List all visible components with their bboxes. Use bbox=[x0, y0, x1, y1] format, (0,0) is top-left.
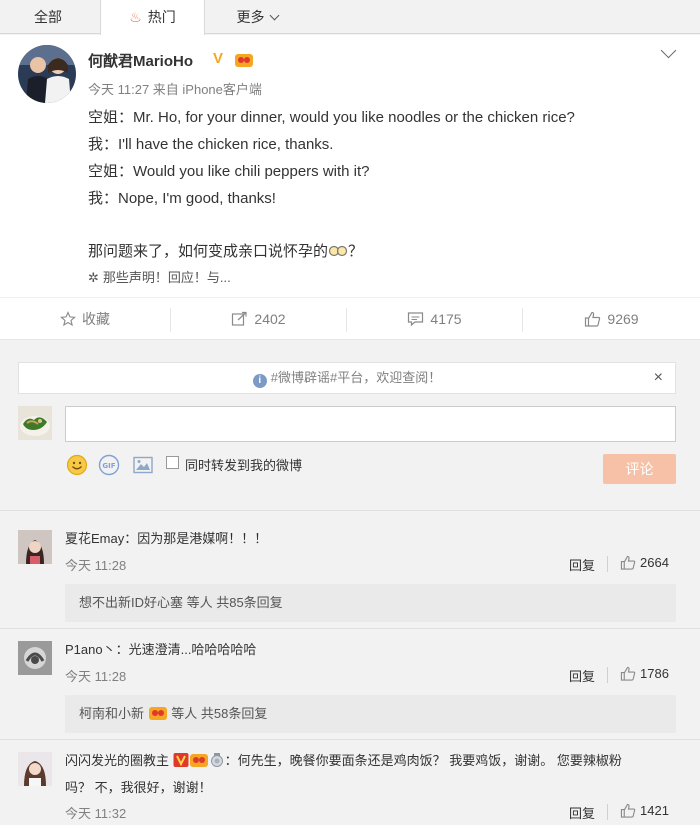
emoji-icon[interactable] bbox=[65, 453, 89, 477]
sparkle-icon: ✲ bbox=[88, 270, 99, 285]
verified-badge: V bbox=[213, 50, 224, 67]
like-button[interactable]: 9269 bbox=[523, 298, 700, 341]
glasses-emoji-icon bbox=[328, 245, 348, 257]
comment-icon bbox=[408, 312, 424, 327]
repost-button[interactable]: 2402 bbox=[171, 298, 346, 341]
tab-all[interactable]: 全部 bbox=[0, 0, 96, 34]
star-icon bbox=[60, 311, 76, 327]
my-avatar bbox=[18, 406, 52, 440]
thumbs-up-icon bbox=[585, 311, 601, 327]
vip-medal-icon bbox=[235, 54, 253, 67]
comment-text: P1ano丶：光速澄清...哈哈哈哈哈 bbox=[65, 639, 256, 658]
comment-like-button[interactable]: 1786 bbox=[620, 666, 669, 681]
post-line: 空姐：Mr. Ho, for your dinner, would you li… bbox=[88, 109, 575, 126]
comment-divider bbox=[0, 510, 700, 511]
post-actions: 收藏 2402 4175 9269 bbox=[0, 297, 700, 340]
vip-medal-icon bbox=[148, 707, 167, 720]
comment-action-divider bbox=[607, 556, 608, 572]
post-question: 那问题来了，如何变成亲口说怀孕的 ？ bbox=[88, 240, 363, 261]
comment-text-continued: 吗？ 不，我很好，谢谢！ bbox=[65, 780, 212, 795]
reply-button[interactable]: 回复 bbox=[569, 555, 595, 574]
comment-count: 4175 bbox=[430, 311, 462, 327]
comment-like-count: 1786 bbox=[640, 666, 669, 681]
comment-time: 今天 11:28 bbox=[65, 558, 127, 573]
post-question-text: 那问题来了，如何变成亲口说怀孕的 bbox=[88, 243, 329, 260]
comment-text: 夏花Emay：因为那是港媒啊！！！ bbox=[65, 528, 267, 547]
submit-comment-button[interactable]: 评论 bbox=[603, 454, 676, 484]
comment-like-button[interactable]: 1421 bbox=[620, 803, 669, 818]
comment-divider bbox=[0, 628, 700, 629]
post-line: 我：Nope, I'm good, thanks! bbox=[88, 190, 276, 207]
comment-action-divider bbox=[607, 804, 608, 820]
thumbs-up-icon bbox=[620, 666, 636, 681]
gif-icon[interactable]: GIF bbox=[97, 453, 121, 477]
post-more-link[interactable]: ✲ 那些声明！回应！与... bbox=[88, 267, 231, 286]
rumor-notice[interactable]: i #微博辟谣#平台，欢迎查阅！ × bbox=[18, 362, 676, 394]
commenter-avatar[interactable] bbox=[18, 530, 52, 564]
favorite-button[interactable]: 收藏 bbox=[0, 298, 170, 341]
post-meta: 今天 11:27 来自 iPhone客户端 bbox=[88, 82, 262, 97]
thumbs-up-icon bbox=[620, 803, 636, 818]
commenter-name[interactable]: 闪闪发光的圈教主 bbox=[65, 753, 169, 768]
image-icon[interactable] bbox=[131, 453, 155, 477]
chevron-down-icon[interactable] bbox=[660, 42, 677, 59]
comment-button[interactable]: 4175 bbox=[347, 298, 522, 341]
favorite-label: 收藏 bbox=[82, 311, 110, 327]
chevron-down-icon bbox=[269, 10, 279, 21]
like-count: 9269 bbox=[607, 311, 639, 327]
weibo-post: 何猷君MarioHo V 今天 11:27 来自 iPhone客户端 空姐：Mr… bbox=[0, 35, 700, 340]
comment-input[interactable] bbox=[65, 406, 676, 442]
svg-text:GIF: GIF bbox=[102, 462, 115, 470]
repost-icon bbox=[232, 311, 248, 326]
top-tabbar: 全部 ♨ 热门 更多 bbox=[0, 0, 700, 35]
comment-time: 今天 11:28 bbox=[65, 669, 127, 684]
comment-time: 今天 11:32 bbox=[65, 806, 127, 821]
commenter-name[interactable]: P1ano丶 bbox=[65, 642, 116, 657]
comment-text: 闪闪发光的圈教主 ：何先生，晚餐你要面条还是鸡肉饭？ 我要鸡饭，谢谢。 您要辣椒… bbox=[65, 750, 622, 769]
commenter-avatar[interactable] bbox=[18, 641, 52, 675]
flame-icon: ♨ bbox=[129, 9, 142, 25]
commenter-avatar[interactable] bbox=[18, 752, 52, 786]
tab-hot[interactable]: ♨ 热门 bbox=[100, 0, 205, 35]
tab-more[interactable]: 更多 bbox=[222, 0, 292, 34]
verified-badge-icon bbox=[173, 753, 189, 767]
commenter-name[interactable]: 夏花Emay bbox=[65, 531, 124, 546]
view-replies-link[interactable]: 柯南和小新 等人 共58条回复 bbox=[65, 695, 676, 733]
comment-body: ：何先生，晚餐你要面条还是鸡肉饭？ 我要鸡饭，谢谢。 您要辣椒粉 bbox=[224, 753, 622, 768]
repost-checkbox-label: 同时转发到我的微博 bbox=[185, 458, 303, 473]
repost-count: 2402 bbox=[254, 311, 286, 327]
member-icon bbox=[210, 753, 223, 767]
reply-user: 柯南和小新 bbox=[79, 706, 145, 721]
info-icon: i bbox=[252, 374, 267, 388]
post-more-text: 那些声明！回应！与... bbox=[102, 270, 231, 285]
comment-action-divider bbox=[607, 667, 608, 683]
reply-summary: 等人 共58条回复 bbox=[171, 706, 268, 721]
comment-like-button[interactable]: 2664 bbox=[620, 555, 669, 570]
repost-checkbox[interactable] bbox=[166, 456, 179, 469]
reply-button[interactable]: 回复 bbox=[569, 803, 595, 822]
reply-button[interactable]: 回复 bbox=[569, 666, 595, 685]
author-name[interactable]: 何猷君MarioHo bbox=[88, 50, 193, 71]
comment-body: ：光速澄清...哈哈哈哈哈 bbox=[115, 642, 257, 657]
comment-like-count: 1421 bbox=[640, 803, 669, 818]
author-avatar[interactable] bbox=[18, 45, 76, 103]
comment-body: ：因为那是港媒啊！！！ bbox=[124, 531, 268, 546]
comment-divider bbox=[0, 739, 700, 740]
thumbs-up-icon bbox=[620, 555, 636, 570]
comment-like-count: 2664 bbox=[640, 555, 669, 570]
close-icon[interactable]: × bbox=[654, 363, 663, 393]
post-question-mark: ？ bbox=[348, 243, 364, 260]
post-line: 我：I'll have the chicken rice, thanks. bbox=[88, 136, 334, 153]
notice-text: #微博辟谣#平台，欢迎查阅！ bbox=[270, 370, 442, 385]
tab-more-label: 更多 bbox=[236, 9, 265, 25]
vip-medal-icon bbox=[189, 754, 208, 767]
tab-hot-label: 热门 bbox=[147, 9, 176, 25]
post-line: 空姐：Would you like chili peppers with it? bbox=[88, 163, 370, 180]
view-replies-link[interactable]: 想不出新ID好心塞 等人 共85条回复 bbox=[65, 584, 676, 622]
